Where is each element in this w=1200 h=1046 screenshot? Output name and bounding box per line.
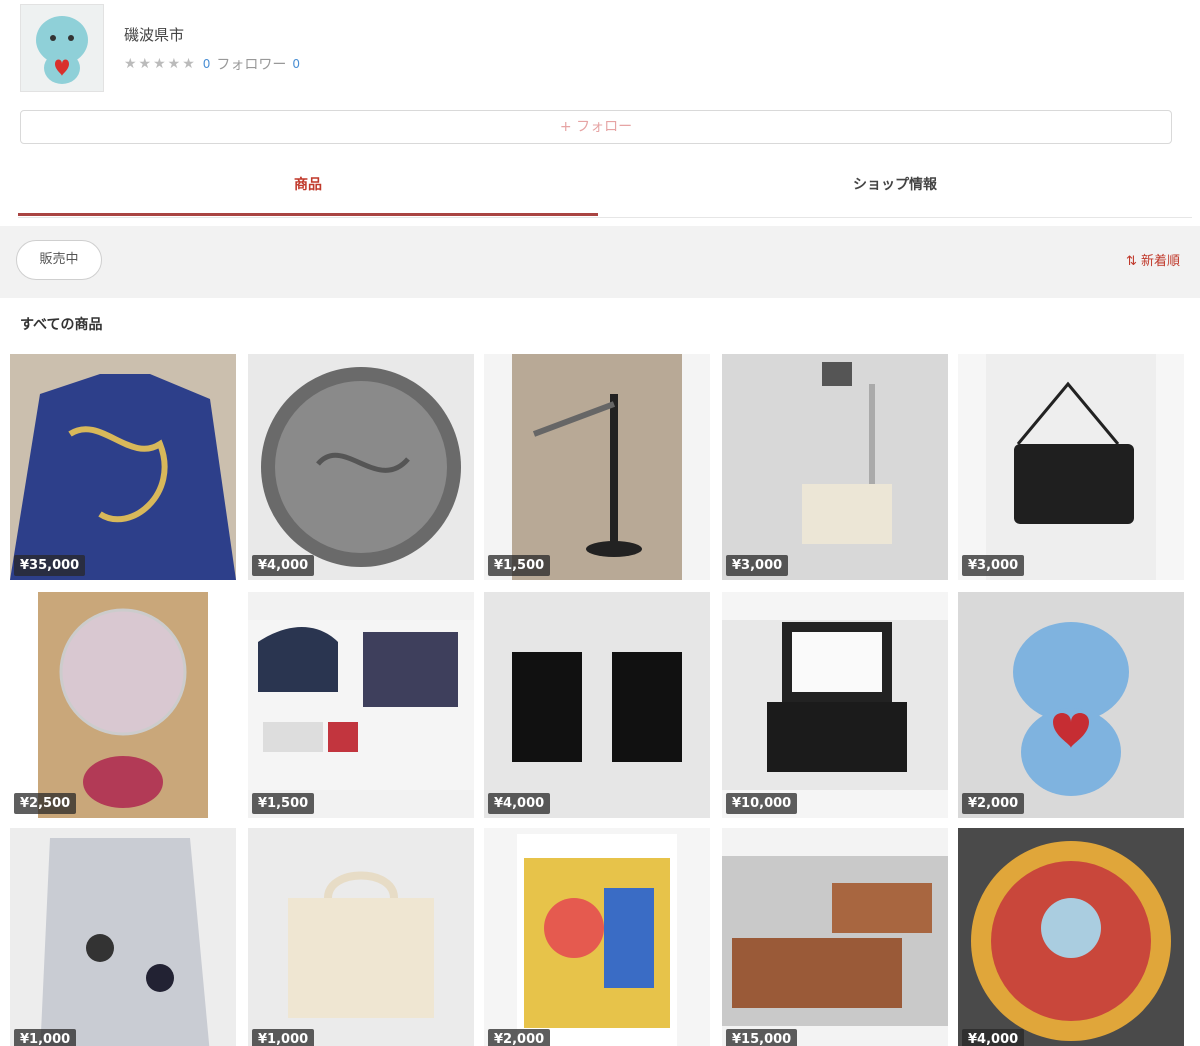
follower-count[interactable]: 0 [292,57,300,71]
product-card[interactable]: ¥10,000 [722,592,948,818]
product-card[interactable]: ¥2,000 [958,592,1184,818]
product-card[interactable]: ¥1,000 [10,828,236,1046]
follow-button[interactable]: + フォロー [20,110,1172,144]
projector-icon [722,354,948,580]
product-card[interactable]: ¥35,000 [10,354,236,580]
lamp-icon [484,354,710,580]
product-grid: ¥35,000 ¥4,000 ¥1,500 ¥3,000 ¥3,000 ¥2,5… [10,354,1190,1046]
poster-icon [484,828,710,1046]
printer-icon [722,592,948,818]
rating-stars: ★★★★★ [124,56,197,72]
speaker-icon [484,592,710,818]
tote-bag-icon [248,828,474,1046]
shop-name: 磯波県市 [124,26,185,44]
product-card[interactable]: ¥3,000 [722,354,948,580]
price-tag: ¥3,000 [962,555,1025,576]
manhole-cover-icon [248,354,474,580]
product-card[interactable]: ¥1,000 [248,828,474,1046]
price-tag: ¥1,500 [488,555,551,576]
tab-shop-info[interactable]: ショップ情報 [598,160,1192,216]
price-tag: ¥10,000 [726,793,798,814]
manhole-cover-icon [958,828,1184,1046]
price-tag: ¥2,000 [962,793,1025,814]
sofa-icon [722,828,948,1046]
price-tag: ¥2,500 [14,793,77,814]
price-tag: ¥1,000 [252,1029,315,1046]
section-title: すべての商品 [20,317,103,333]
product-card[interactable]: ¥4,000 [484,592,710,818]
product-card[interactable]: ¥2,000 [484,828,710,1046]
price-tag: ¥15,000 [726,1029,798,1046]
price-tag: ¥1,500 [252,793,315,814]
product-card[interactable]: ¥1,500 [484,354,710,580]
price-tag: ¥2,000 [488,1029,551,1046]
price-tag: ¥3,000 [726,555,789,576]
avatar[interactable] [20,4,104,92]
product-card[interactable]: ¥15,000 [722,828,948,1046]
shop-page: 磯波県市 ★★★★★ 0 フォロワー 0 + フォロー 商品 ショップ情報 販売… [0,0,1200,1046]
tab-products[interactable]: 商品 [18,160,598,216]
rating-row: ★★★★★ 0 フォロワー 0 [124,54,300,74]
price-tag: ¥1,000 [14,1029,77,1046]
keychain-icon [10,828,236,1046]
product-card[interactable]: ¥4,000 [248,354,474,580]
status-filter-pill[interactable]: 販売中 [16,240,102,280]
price-tag: ¥4,000 [488,793,551,814]
tab-bar: 商品 ショップ情報 [18,160,1192,218]
shop-profile: 磯波県市 ★★★★★ 0 フォロワー 0 [20,4,620,92]
price-tag: ¥4,000 [252,555,315,576]
product-card[interactable]: ¥4,000 [958,828,1184,1046]
rating-count[interactable]: 0 [203,57,211,71]
price-tag: ¥35,000 [14,555,86,576]
follower-label: フォロワー [216,57,287,73]
fan-icon [10,592,236,818]
product-card[interactable]: ¥1,500 [248,592,474,818]
cassette-player-icon [248,592,474,818]
product-card[interactable]: ¥2,500 [10,592,236,818]
sort-button[interactable]: ⇅ 新着順 [1126,250,1180,269]
price-tag: ¥4,000 [962,1029,1025,1046]
product-card[interactable]: ¥3,000 [958,354,1184,580]
camera-icon [958,354,1184,580]
plush-toy-icon [958,592,1184,818]
jacket-icon [10,354,236,580]
mascot-avatar-icon [36,16,88,84]
filter-bar: 販売中 ⇅ 新着順 [0,226,1200,298]
